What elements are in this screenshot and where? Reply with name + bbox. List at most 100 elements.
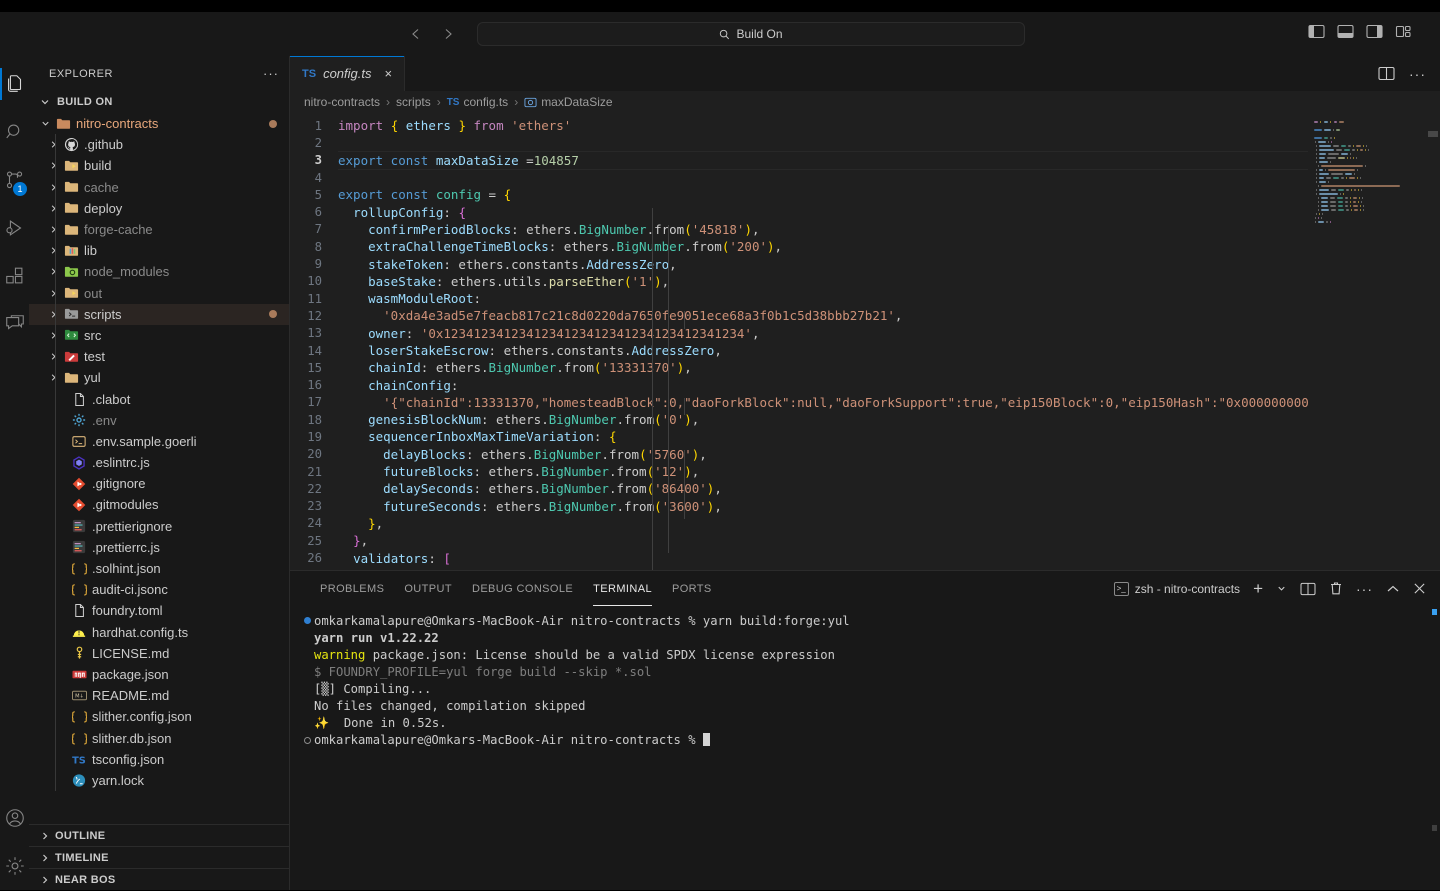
code-indent-guide	[652, 207, 653, 570]
tree-file-row[interactable]: { } slither.db.json	[29, 727, 289, 748]
kill-terminal-icon[interactable]	[1329, 581, 1343, 596]
code-line: 4	[290, 169, 1440, 186]
tree-file-row[interactable]: .env	[29, 410, 289, 431]
near-bos-section[interactable]: NEAR BOS	[29, 868, 290, 890]
tree-folder-row[interactable]: deploy	[29, 198, 289, 219]
panel-tab-terminal[interactable]: TERMINAL	[583, 571, 662, 606]
activitybar-item-extensions[interactable]	[0, 252, 29, 300]
chevron-right-icon	[45, 330, 61, 341]
terminal-more-actions-icon[interactable]: ···	[1356, 581, 1373, 597]
code-editor[interactable]: 1 import { ethers } from 'ethers' 2 3 export…	[290, 113, 1440, 570]
activitybar-item-source-control[interactable]: 1	[0, 156, 29, 204]
more-actions-icon[interactable]: ···	[1409, 66, 1426, 82]
maximize-panel-icon[interactable]	[1386, 583, 1400, 595]
tree-folder-row[interactable]: cache	[29, 177, 289, 198]
activitybar-item-settings[interactable]	[0, 842, 29, 890]
tree-file-row[interactable]: yarn.lock	[29, 770, 289, 791]
tree-file-row[interactable]: { } .solhint.json	[29, 558, 289, 579]
terminal-scrollbar[interactable]	[1427, 606, 1437, 891]
editor-tab-config-ts[interactable]: TS config.ts ×	[290, 56, 405, 91]
tree-folder-row[interactable]: lib	[29, 240, 289, 261]
tree-file-row[interactable]: M↓ README.md	[29, 685, 289, 706]
title-bar: Build On	[0, 12, 1440, 56]
scrollbar-thumb[interactable]	[1428, 131, 1438, 137]
terminal-chip-label: zsh - nitro-contracts	[1134, 581, 1241, 596]
breadcrumb-item-folder[interactable]: nitro-contracts	[304, 95, 380, 109]
tree-file-row[interactable]: { } audit-ci.jsonc	[29, 579, 289, 600]
minimap-line	[1314, 221, 1426, 224]
tree-folder-row[interactable]: scripts	[29, 303, 289, 325]
breadcrumb-item-symbol[interactable]: maxDataSize	[541, 95, 612, 109]
tree-item-label: deploy	[84, 200, 123, 216]
code-line: 14 loserStakeEscrow: ethers.constants.Ad…	[290, 342, 1440, 359]
npm-icon	[69, 669, 89, 680]
toggle-primary-sidebar-icon[interactable]	[1308, 24, 1325, 39]
explorer-more-actions-icon[interactable]: ···	[263, 66, 279, 81]
panel-tab-output[interactable]: OUTPUT	[394, 571, 462, 606]
activitybar-item-chat[interactable]	[0, 300, 29, 348]
tree-file-row[interactable]: TS tsconfig.json	[29, 749, 289, 770]
customize-layout-icon[interactable]	[1395, 24, 1412, 39]
activitybar-item-search[interactable]	[0, 108, 29, 156]
code-line-text: stakeToken: ethers.constants.AddressZero…	[368, 256, 677, 272]
tree-file-row[interactable]: { } slither.config.json	[29, 706, 289, 727]
close-panel-icon[interactable]	[1413, 582, 1426, 595]
panel-tab-ports[interactable]: PORTS	[662, 571, 722, 606]
chevron-down-icon[interactable]	[1276, 583, 1287, 594]
code-line: 26 validators: [	[290, 549, 1440, 566]
tree-folder-row[interactable]: src	[29, 325, 289, 346]
tree-folder-row[interactable]: yul	[29, 367, 289, 388]
editor-scrollbar[interactable]	[1426, 113, 1440, 570]
tree-file-row[interactable]: package.json	[29, 664, 289, 685]
code-line: 15 chainId: ethers.BigNumber.from('13331…	[290, 359, 1440, 376]
tree-file-row[interactable]: .prettierignore	[29, 516, 289, 537]
code-line-text: delaySeconds: ethers.BigNumber.from('864…	[383, 481, 722, 497]
tree-item-label: .gitignore	[92, 476, 146, 492]
activitybar-item-explorer[interactable]	[0, 60, 29, 108]
tree-folder-row[interactable]: build	[29, 155, 289, 176]
workspace-section-header[interactable]: BUILD ON	[29, 91, 289, 113]
tree-file-row[interactable]: hardhat.config.ts	[29, 622, 289, 643]
tree-folder-row[interactable]: out	[29, 283, 289, 304]
toggle-secondary-sidebar-icon[interactable]	[1366, 24, 1383, 39]
breadcrumb-item-file[interactable]: config.ts	[463, 95, 508, 109]
tree-file-row[interactable]: .gitmodules	[29, 494, 289, 515]
outline-section[interactable]: OUTLINE	[29, 824, 290, 846]
bottom-panel: PROBLEMS OUTPUT DEBUG CONSOLE TERMINAL PORTS…	[290, 570, 1440, 890]
toggle-panel-icon[interactable]	[1337, 24, 1354, 39]
tree-file-row[interactable]: .eslintrc.js	[29, 452, 289, 473]
tree-file-row[interactable]: .gitignore	[29, 473, 289, 494]
tree-folder-row[interactable]: node_modules	[29, 261, 289, 282]
breadcrumb-item-subfolder[interactable]: scripts	[396, 95, 431, 109]
activitybar-item-run-and-debug[interactable]	[0, 204, 29, 252]
split-editor-right-icon[interactable]	[1378, 66, 1395, 81]
panel-tab-debug-console[interactable]: DEBUG CONSOLE	[462, 571, 583, 606]
scrollbar-marker-bottom	[1432, 825, 1437, 831]
activitybar-item-accounts[interactable]	[0, 794, 29, 842]
tree-file-row[interactable]: foundry.toml	[29, 600, 289, 621]
close-icon[interactable]: ×	[384, 66, 392, 81]
minimap[interactable]	[1308, 113, 1426, 570]
timeline-section[interactable]: TIMELINE	[29, 846, 290, 868]
command-center[interactable]: Build On	[477, 22, 1025, 46]
tree-file-row[interactable]: .clabot	[29, 388, 289, 409]
code-line: 1 import { ethers } from 'ethers'	[290, 117, 1440, 134]
arrow-right-icon[interactable]	[437, 23, 459, 45]
terminal-output[interactable]: omkarkamalapure@Omkars-MacBook-Air nitro…	[290, 606, 1440, 891]
split-terminal-icon[interactable]	[1300, 582, 1316, 596]
tree-file-row[interactable]: .prettierrc.js	[29, 537, 289, 558]
tree-file-row[interactable]: .env.sample.goerli	[29, 431, 289, 452]
tree-folder-row[interactable]: forge-cache	[29, 219, 289, 240]
panel-tab-problems[interactable]: PROBLEMS	[310, 571, 394, 606]
line-number: 2	[314, 135, 322, 150]
tree-folder-row[interactable]: test	[29, 346, 289, 367]
arrow-left-icon[interactable]	[405, 23, 427, 45]
active-terminal-chip[interactable]: >_ zsh - nitro-contracts	[1113, 581, 1241, 596]
tree-item-label: yarn.lock	[92, 772, 145, 788]
minimap-line	[1314, 205, 1426, 208]
tree-folder-row[interactable]: .github	[29, 134, 289, 155]
tree-file-row[interactable]: LICENSE.md	[29, 643, 289, 664]
code-line: 11 wasmModuleRoot:	[290, 290, 1440, 307]
new-terminal-icon[interactable]: +	[1253, 579, 1263, 599]
tree-root-row[interactable]: nitro-contracts	[29, 113, 289, 134]
